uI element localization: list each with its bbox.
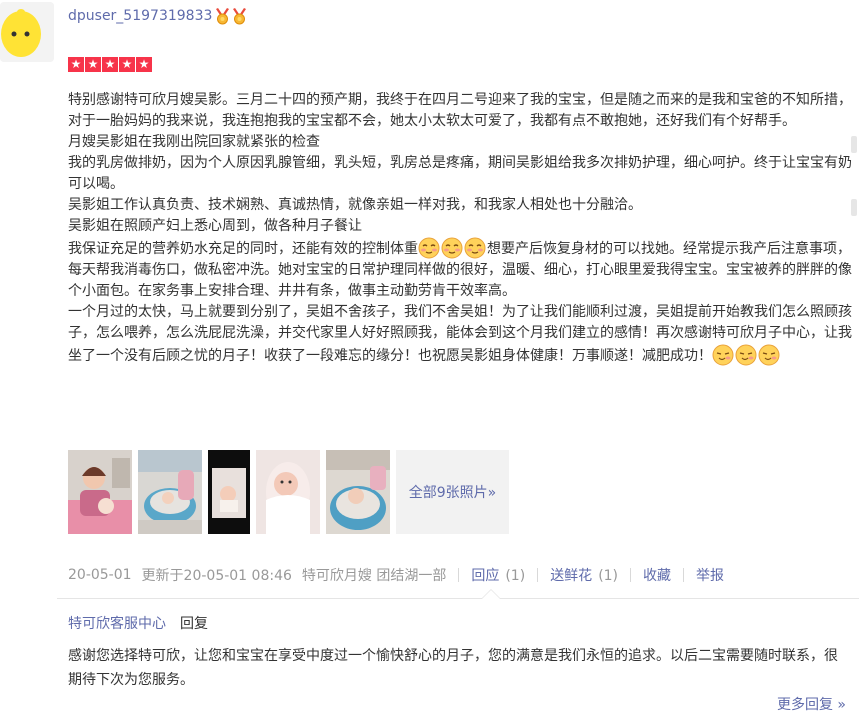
divider xyxy=(683,568,685,582)
avatar[interactable] xyxy=(0,2,54,62)
review-meta: 20-05-01 更新于20-05-01 08:46 特可欣月嫂 团结湖一部 回… xyxy=(68,565,724,585)
review-updated: 更新于20-05-01 08:46 xyxy=(141,568,292,584)
medal-icon xyxy=(233,8,246,25)
star-icon: ★ xyxy=(68,57,84,72)
star-icon: ★ xyxy=(102,57,118,72)
photo-gallery: 全部9张照片» xyxy=(68,450,509,534)
divider xyxy=(630,568,632,582)
medal-icon xyxy=(216,8,229,25)
review-paragraph: 我保证充足的营养奶水充足的同时，还能有效的控制体重 想要产后恢复身材的可以找她。经… xyxy=(68,237,858,302)
review-paragraph: 一个月过的太快，马上就要到分别了，吴姐不舍孩子，我们不舍吴姐！为了让我们能顺利过… xyxy=(68,302,858,367)
divider xyxy=(458,568,460,582)
reply-label[interactable]: 回应 xyxy=(471,568,499,584)
wink-emoji-icon xyxy=(712,344,734,366)
review-photo[interactable] xyxy=(256,450,320,534)
all-photos-link[interactable]: 全部9张照片» xyxy=(396,450,509,534)
scroll-marker xyxy=(851,136,857,153)
wink-emoji-icon xyxy=(735,344,757,366)
shy-emoji-icon xyxy=(418,237,440,259)
reply-header: 特可欣客服中心 回复 xyxy=(68,613,208,633)
review-paragraph: 月嫂吴影姐在我刚出院回家就紧张的检查 xyxy=(68,134,320,150)
review-text: 我保证充足的营养奶水充足的同时，还能有效的控制体重 xyxy=(68,241,418,257)
reply-tag: 回复 xyxy=(180,616,208,632)
review-photo[interactable] xyxy=(138,450,202,534)
review-photo[interactable] xyxy=(68,450,132,534)
review-body: 特别感谢特可欣月嫂吴影。三月二十四的预产期，我终于在四月二号迎来了我的宝宝，但是… xyxy=(68,90,858,367)
review-paragraph: 特别感谢特可欣月嫂吴影。三月二十四的预产期，我终于在四月二号迎来了我的宝宝，但是… xyxy=(68,92,852,129)
review-photo[interactable] xyxy=(208,450,250,534)
shy-emoji-icon xyxy=(464,237,486,259)
flower-count: (1) xyxy=(598,568,619,584)
review-photo[interactable] xyxy=(326,450,390,534)
flower-label[interactable]: 送鲜花 xyxy=(550,568,592,584)
review-date: 20-05-01 xyxy=(68,567,132,583)
shy-emoji-icon xyxy=(441,237,463,259)
reply-action[interactable]: 回应 (1) xyxy=(471,565,525,585)
reply-body: 感谢您选择特可欣，让您和宝宝在享受中度过一个愉快舒心的月子，您的满意是我们永恒的… xyxy=(68,648,838,688)
report-button[interactable]: 举报 xyxy=(696,565,724,585)
reply-count: (1) xyxy=(505,568,526,584)
reply-author[interactable]: 特可欣客服中心 xyxy=(68,616,166,632)
shop-name: 特可欣月嫂 团结湖一部 xyxy=(301,568,447,584)
review-paragraph: 吴影姐在照顾产妇上悉心周到，做各种月子餐让 xyxy=(68,218,362,234)
star-icon: ★ xyxy=(85,57,101,72)
caret-up-icon xyxy=(481,589,501,599)
review-paragraph: 我的乳房做排奶，因为个人原因乳腺管细，乳头短，乳房总是疼痛，期间吴影姐给我多次排… xyxy=(68,155,852,192)
divider xyxy=(537,568,539,582)
scroll-marker xyxy=(851,199,857,216)
review-paragraph: 吴影姐工作认真负责、技术娴熟、真诚热情，就像亲姐一样对我，和我家人相处也十分融洽… xyxy=(68,197,642,213)
star-icon: ★ xyxy=(119,57,135,72)
user-medals xyxy=(215,8,247,25)
reply-divider xyxy=(57,598,859,599)
star-icon: ★ xyxy=(136,57,152,72)
more-replies-link[interactable]: 更多回复 » xyxy=(777,694,846,714)
flower-action[interactable]: 送鲜花 (1) xyxy=(550,565,618,585)
favorite-button[interactable]: 收藏 xyxy=(643,565,671,585)
username-link[interactable]: dpuser_5197319833 xyxy=(68,8,212,24)
wink-emoji-icon xyxy=(758,344,780,366)
star-rating: ★ ★ ★ ★ ★ xyxy=(68,57,152,72)
